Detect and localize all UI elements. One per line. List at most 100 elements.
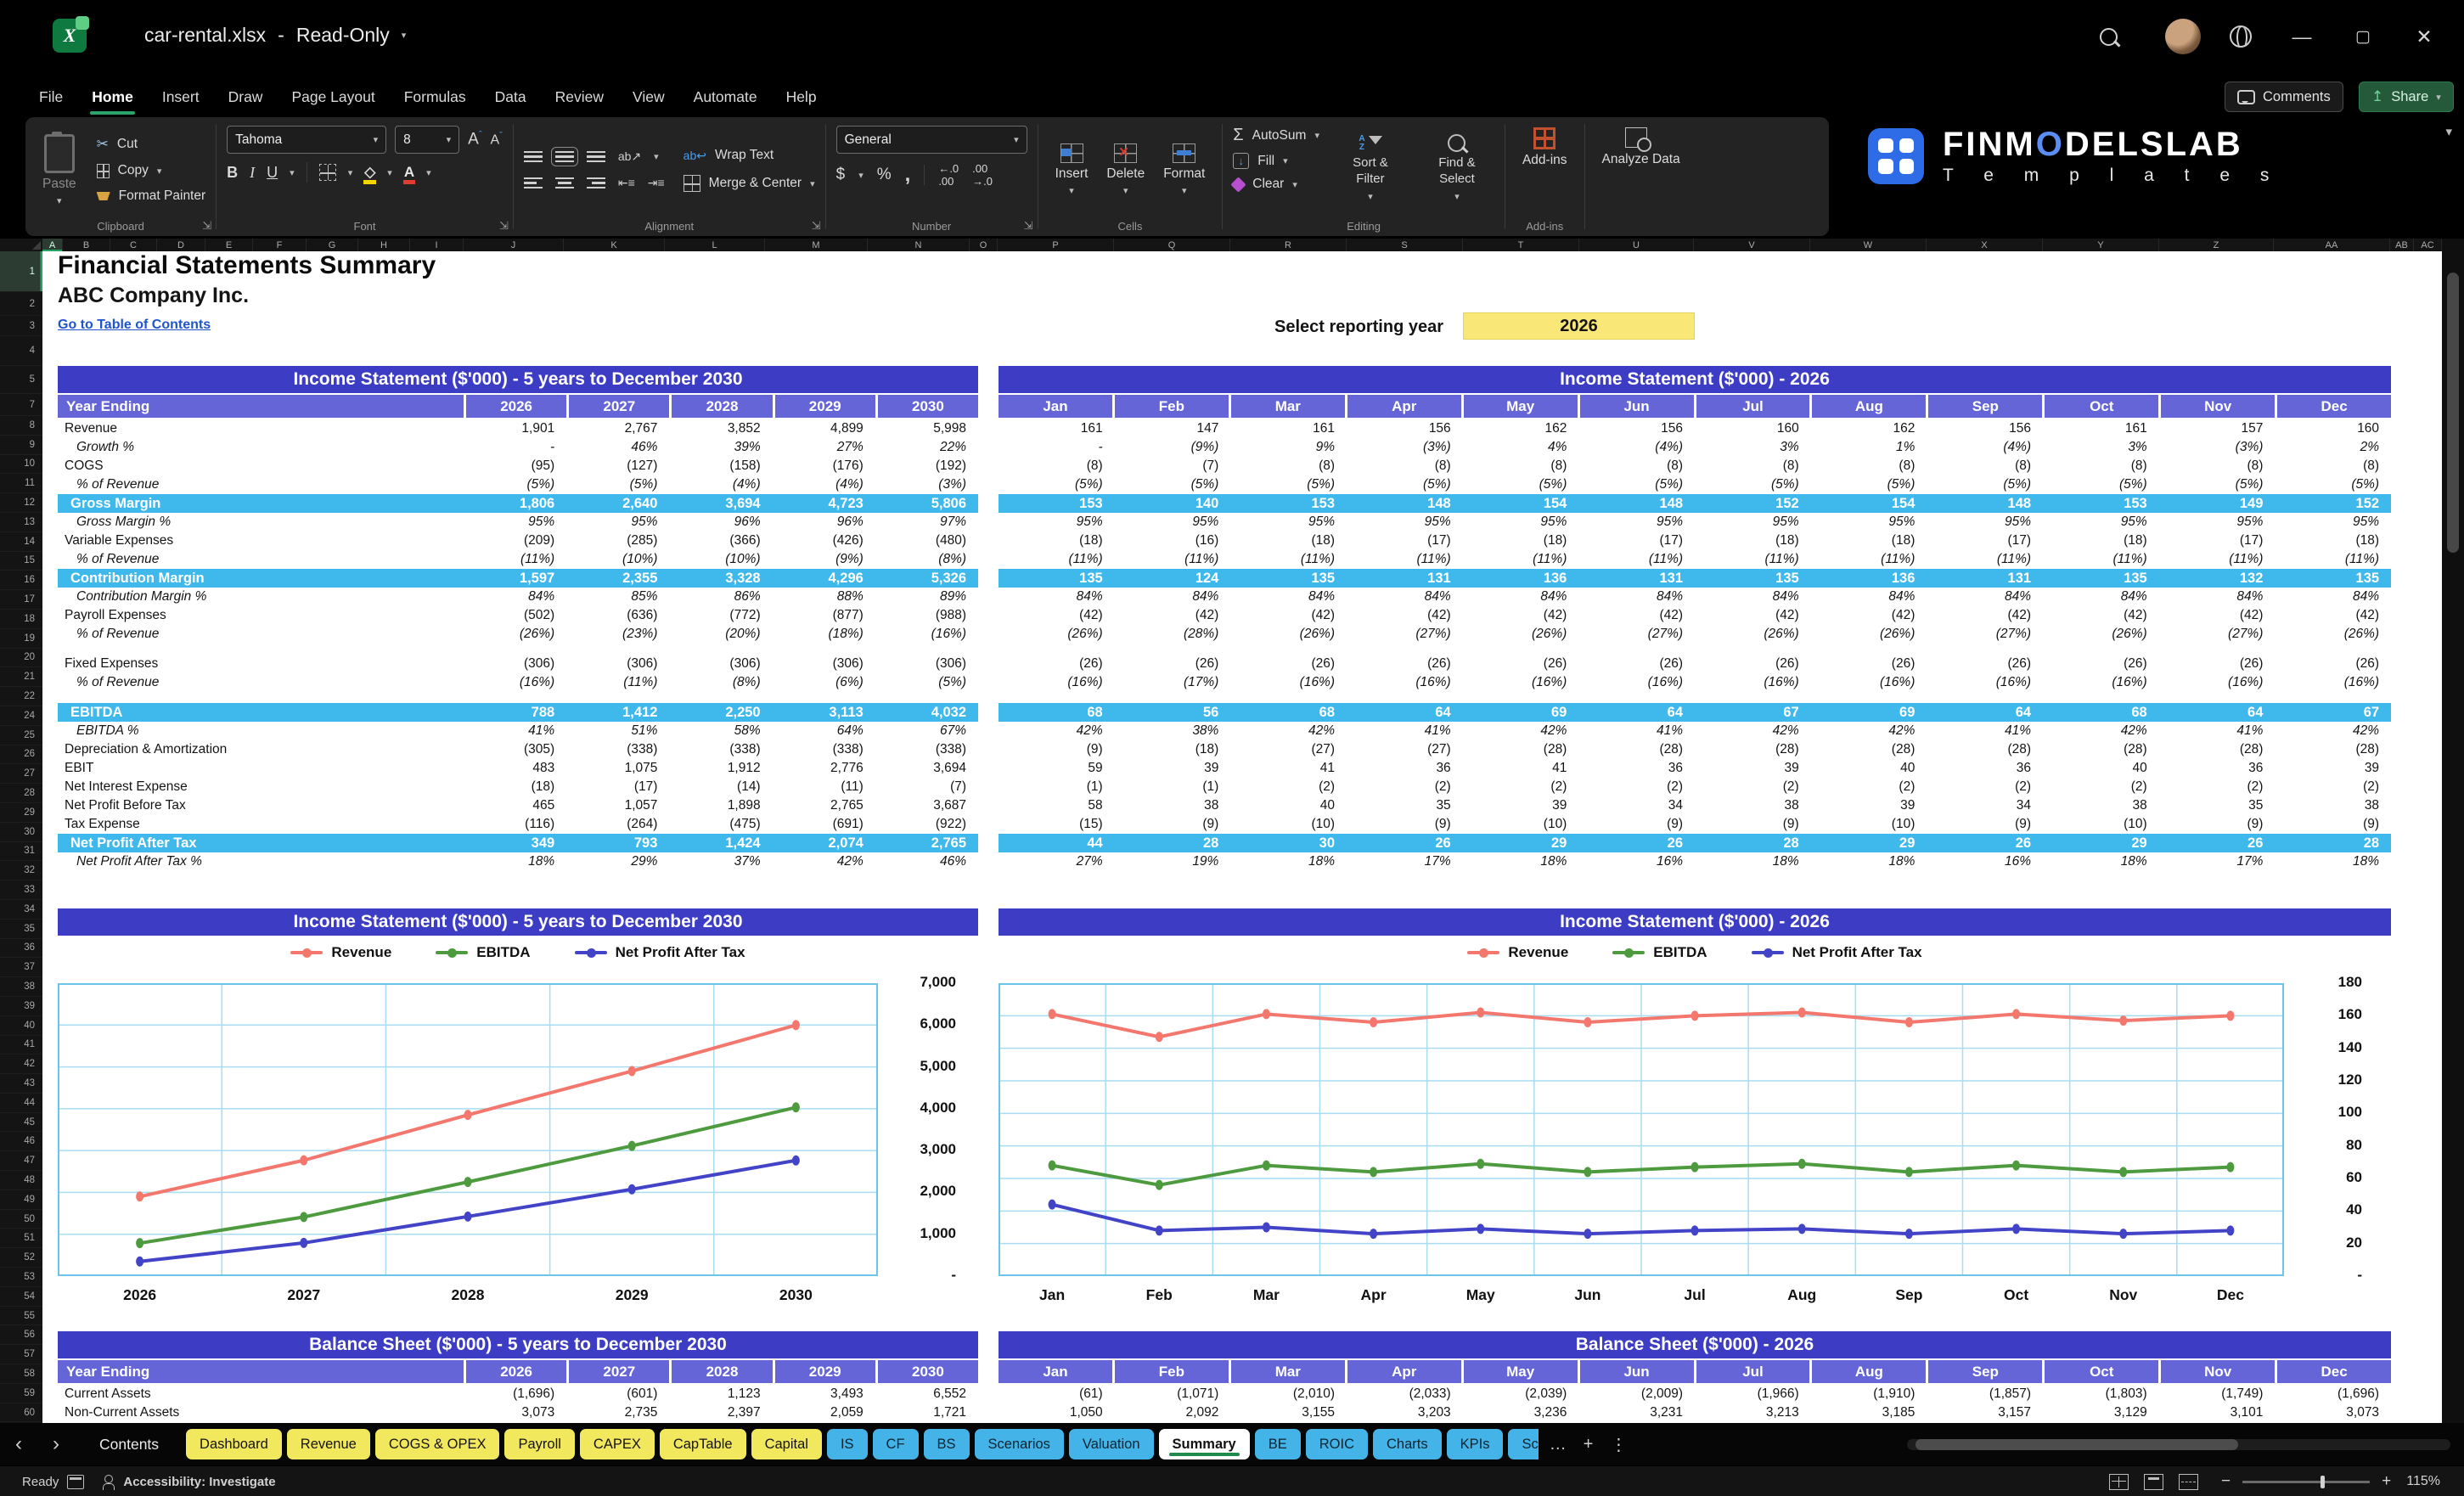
align-middle-button[interactable] (550, 146, 578, 167)
accessibility-status[interactable]: Accessibility: Investigate (123, 1475, 275, 1489)
tab-automate[interactable]: Automate (680, 82, 771, 112)
value-cell[interactable]: 95% (1578, 515, 1695, 530)
value-cell[interactable]: (11%) (999, 552, 1115, 567)
column-header[interactable]: O (970, 239, 998, 251)
value-cell[interactable]: (2) (2275, 779, 2391, 795)
tab-data[interactable]: Data (481, 82, 540, 112)
value-cell[interactable]: (601) (566, 1386, 669, 1402)
row-number[interactable]: 33 (0, 880, 42, 900)
value-cell[interactable]: 68 (2043, 705, 2159, 721)
clear-button[interactable]: Clear ▾ (1230, 176, 1319, 193)
value-cell[interactable]: 41 (1230, 761, 1347, 776)
row-label-cell[interactable]: Fixed Expenses (58, 656, 464, 672)
row-number[interactable]: 57 (0, 1345, 42, 1365)
value-cell[interactable]: 465 (464, 798, 566, 813)
document-title[interactable]: car-rental.xlsx - Read-Only ▾ (144, 24, 406, 47)
table-header-cell[interactable]: Aug (1809, 395, 1926, 418)
value-cell[interactable]: (14) (669, 779, 772, 795)
value-cell[interactable]: (3%) (2159, 440, 2276, 455)
table-header-cell[interactable]: 2028 (669, 1360, 772, 1383)
value-cell[interactable]: (127) (566, 458, 669, 474)
value-cell[interactable]: 131 (1927, 571, 2043, 587)
row-number[interactable]: 13 (0, 513, 42, 532)
value-cell[interactable]: 37% (669, 854, 772, 869)
vertical-scrollbar-thumb[interactable] (2447, 273, 2459, 553)
value-cell[interactable]: (27%) (1927, 627, 2043, 642)
value-cell[interactable]: 38 (2043, 798, 2159, 813)
value-cell[interactable]: 9% (1230, 440, 1347, 455)
value-cell[interactable]: 46% (875, 854, 978, 869)
tab-formulas[interactable]: Formulas (391, 82, 480, 112)
value-cell[interactable]: 2,765 (773, 798, 875, 813)
value-cell[interactable]: 42% (1463, 723, 1579, 739)
new-sheet-button[interactable]: + (1584, 1435, 1594, 1454)
sheet-menu-button[interactable]: ⋮ (1610, 1434, 1627, 1455)
value-cell[interactable]: 68 (999, 705, 1115, 721)
row-label-cell[interactable]: EBITDA (58, 705, 464, 721)
value-cell[interactable]: (26%) (2043, 627, 2159, 642)
worksheet[interactable]: Financial Statements Summary ABC Company… (42, 251, 2442, 1423)
macro-record-icon[interactable] (67, 1474, 85, 1489)
value-cell[interactable]: 2,092 (1115, 1405, 1231, 1420)
value-cell[interactable]: (2) (1695, 779, 1811, 795)
value-cell[interactable]: (9) (999, 742, 1115, 757)
value-cell[interactable]: 28 (1115, 835, 1231, 852)
row-label-cell[interactable]: % of Revenue (58, 675, 464, 690)
value-cell[interactable]: (7) (875, 779, 978, 795)
value-cell[interactable]: 95% (566, 515, 669, 530)
value-cell[interactable]: 3,231 (1578, 1405, 1695, 1420)
row-number[interactable]: 40 (0, 1016, 42, 1036)
value-cell[interactable]: (26%) (1230, 627, 1347, 642)
row-number[interactable]: 27 (0, 764, 42, 785)
value-cell[interactable]: 29% (566, 854, 669, 869)
value-cell[interactable]: (16%) (2275, 675, 2391, 690)
value-cell[interactable]: 22% (875, 440, 978, 455)
value-cell[interactable]: 17% (1347, 854, 1463, 869)
value-cell[interactable]: 64 (2159, 705, 2276, 721)
tab-page-layout[interactable]: Page Layout (278, 82, 388, 112)
value-cell[interactable]: 136 (1811, 571, 1927, 587)
value-cell[interactable]: (16%) (1578, 675, 1695, 690)
font-color-button[interactable]: A (402, 164, 416, 184)
value-cell[interactable]: 349 (464, 835, 566, 852)
value-cell[interactable]: 41% (2159, 723, 2276, 739)
row-number[interactable]: 43 (0, 1074, 42, 1094)
row-label-cell[interactable]: Gross Margin (58, 496, 464, 512)
value-cell[interactable]: 2,640 (566, 496, 669, 512)
value-cell[interactable]: 149 (2159, 496, 2276, 512)
row-number[interactable]: 38 (0, 977, 42, 997)
value-cell[interactable]: 95% (464, 515, 566, 530)
value-cell[interactable]: 26 (2159, 835, 2276, 852)
value-cell[interactable]: 84% (2043, 589, 2159, 605)
row-number[interactable]: 34 (0, 900, 42, 920)
value-cell[interactable]: (18) (1695, 533, 1811, 548)
table-header-cell[interactable]: 2030 (875, 1360, 978, 1383)
value-cell[interactable]: (209) (464, 533, 566, 548)
row-label-cell[interactable]: Current Assets (58, 1386, 464, 1402)
value-cell[interactable]: (26%) (999, 627, 1115, 642)
value-cell[interactable]: (5%) (1695, 477, 1811, 492)
value-cell[interactable]: (42) (2159, 608, 2276, 623)
value-cell[interactable]: (366) (669, 533, 772, 548)
value-cell[interactable]: 148 (1347, 496, 1463, 512)
value-cell[interactable]: 3,493 (773, 1386, 875, 1402)
value-cell[interactable]: 16% (1578, 854, 1695, 869)
grow-font-button[interactable]: Aˆ (468, 130, 481, 149)
value-cell[interactable]: 68 (1230, 705, 1347, 721)
table-header-cell[interactable]: Oct (2042, 395, 2158, 418)
value-cell[interactable]: (26) (2043, 656, 2159, 672)
value-cell[interactable]: (5%) (2159, 477, 2276, 492)
value-cell[interactable]: 2,735 (566, 1405, 669, 1420)
value-cell[interactable]: 3,203 (1347, 1405, 1463, 1420)
value-cell[interactable]: (5%) (1347, 477, 1463, 492)
value-cell[interactable]: 2,059 (773, 1405, 875, 1420)
value-cell[interactable]: (61) (999, 1386, 1115, 1402)
value-cell[interactable]: (338) (669, 742, 772, 757)
value-cell[interactable]: (338) (566, 742, 669, 757)
value-cell[interactable]: 38% (1115, 723, 1231, 739)
value-cell[interactable]: (9) (1347, 817, 1463, 832)
value-cell[interactable]: (8) (1463, 458, 1579, 474)
value-cell[interactable]: (8) (2159, 458, 2276, 474)
value-cell[interactable]: (11%) (1695, 552, 1811, 567)
table-header-cell[interactable]: Sep (1926, 395, 2042, 418)
